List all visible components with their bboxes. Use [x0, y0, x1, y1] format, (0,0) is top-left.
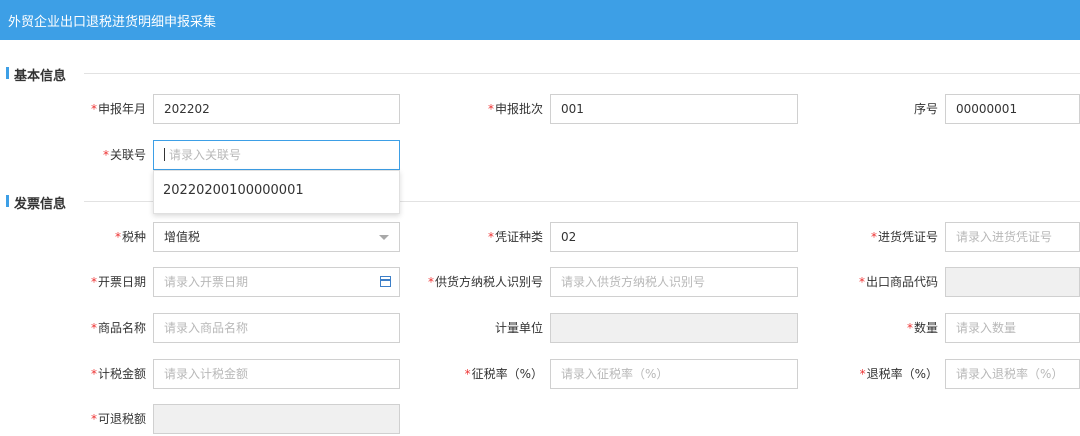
declare-month-input[interactable]: 202202 [153, 94, 400, 124]
supplier-taxid-input[interactable]: 请录入供货方纳税人识别号 [550, 267, 798, 297]
section-divider [84, 73, 1080, 74]
refundable-tax-input [153, 404, 400, 434]
label-spmc: *商品名称 [90, 321, 146, 335]
voucher-type-input[interactable]: 02 [550, 222, 798, 252]
levy-rate-input[interactable]: 请录入征税率（%） [550, 359, 798, 389]
label-jhpzh: *进货凭证号 [870, 230, 938, 244]
label-kprq: *开票日期 [90, 275, 146, 289]
label-jsje: *计税金额 [90, 367, 146, 381]
page-title: 外贸企业出口退税进货明细申报采集 [8, 15, 217, 30]
label-ghfsbh: *供货方纳税人识别号 [427, 275, 543, 289]
invoice-date-input[interactable]: 请录入开票日期 [153, 267, 400, 297]
serial-number-input[interactable]: 00000001 [945, 94, 1080, 124]
goods-name-input[interactable]: 请录入商品名称 [153, 313, 400, 343]
label-ktse: *可退税额 [90, 412, 146, 426]
label-pzzl: *凭证种类 [487, 230, 543, 244]
section-basic-info: 基本信息 [0, 64, 1080, 84]
section-marker [6, 195, 9, 207]
dropdown-option[interactable]: 20220200100000001 [163, 183, 304, 198]
text-caret [164, 148, 165, 161]
label-ckspdm: *出口商品代码 [858, 275, 938, 289]
link-number-dropdown: 20220200100000001 [153, 170, 400, 214]
label-xh: 序号 [913, 102, 938, 116]
tax-type-select[interactable]: 增值税 [153, 222, 400, 252]
label-jldw: 计量单位 [494, 321, 543, 335]
refund-rate-input[interactable]: 请录入退税率（%） [945, 359, 1080, 389]
declare-batch-input[interactable]: 001 [550, 94, 798, 124]
export-goods-code-input [945, 267, 1080, 297]
chevron-down-icon [379, 235, 389, 240]
section-marker [6, 67, 9, 79]
label-sbpc: *申报批次 [487, 102, 543, 116]
label-sz: *税种 [114, 230, 146, 244]
purchase-voucher-input[interactable]: 请录入进货凭证号 [945, 222, 1080, 252]
link-number-input[interactable]: 请录入关联号 [153, 140, 400, 170]
quantity-input[interactable]: 请录入数量 [945, 313, 1080, 343]
calendar-icon[interactable] [380, 276, 391, 287]
section-title-invoice: 发票信息 [14, 197, 67, 212]
label-tsl: *退税率（%） [859, 367, 938, 381]
section-title-basic: 基本信息 [14, 69, 67, 84]
label-zsl: *征税率（%） [464, 367, 543, 381]
unit-input [550, 313, 798, 343]
title-bar: 外贸企业出口退税进货明细申报采集 [0, 0, 1080, 40]
label-sbny: *申报年月 [90, 102, 146, 116]
taxable-amount-input[interactable]: 请录入计税金额 [153, 359, 400, 389]
label-sl: *数量 [906, 321, 938, 335]
label-glh: *关联号 [102, 148, 146, 162]
